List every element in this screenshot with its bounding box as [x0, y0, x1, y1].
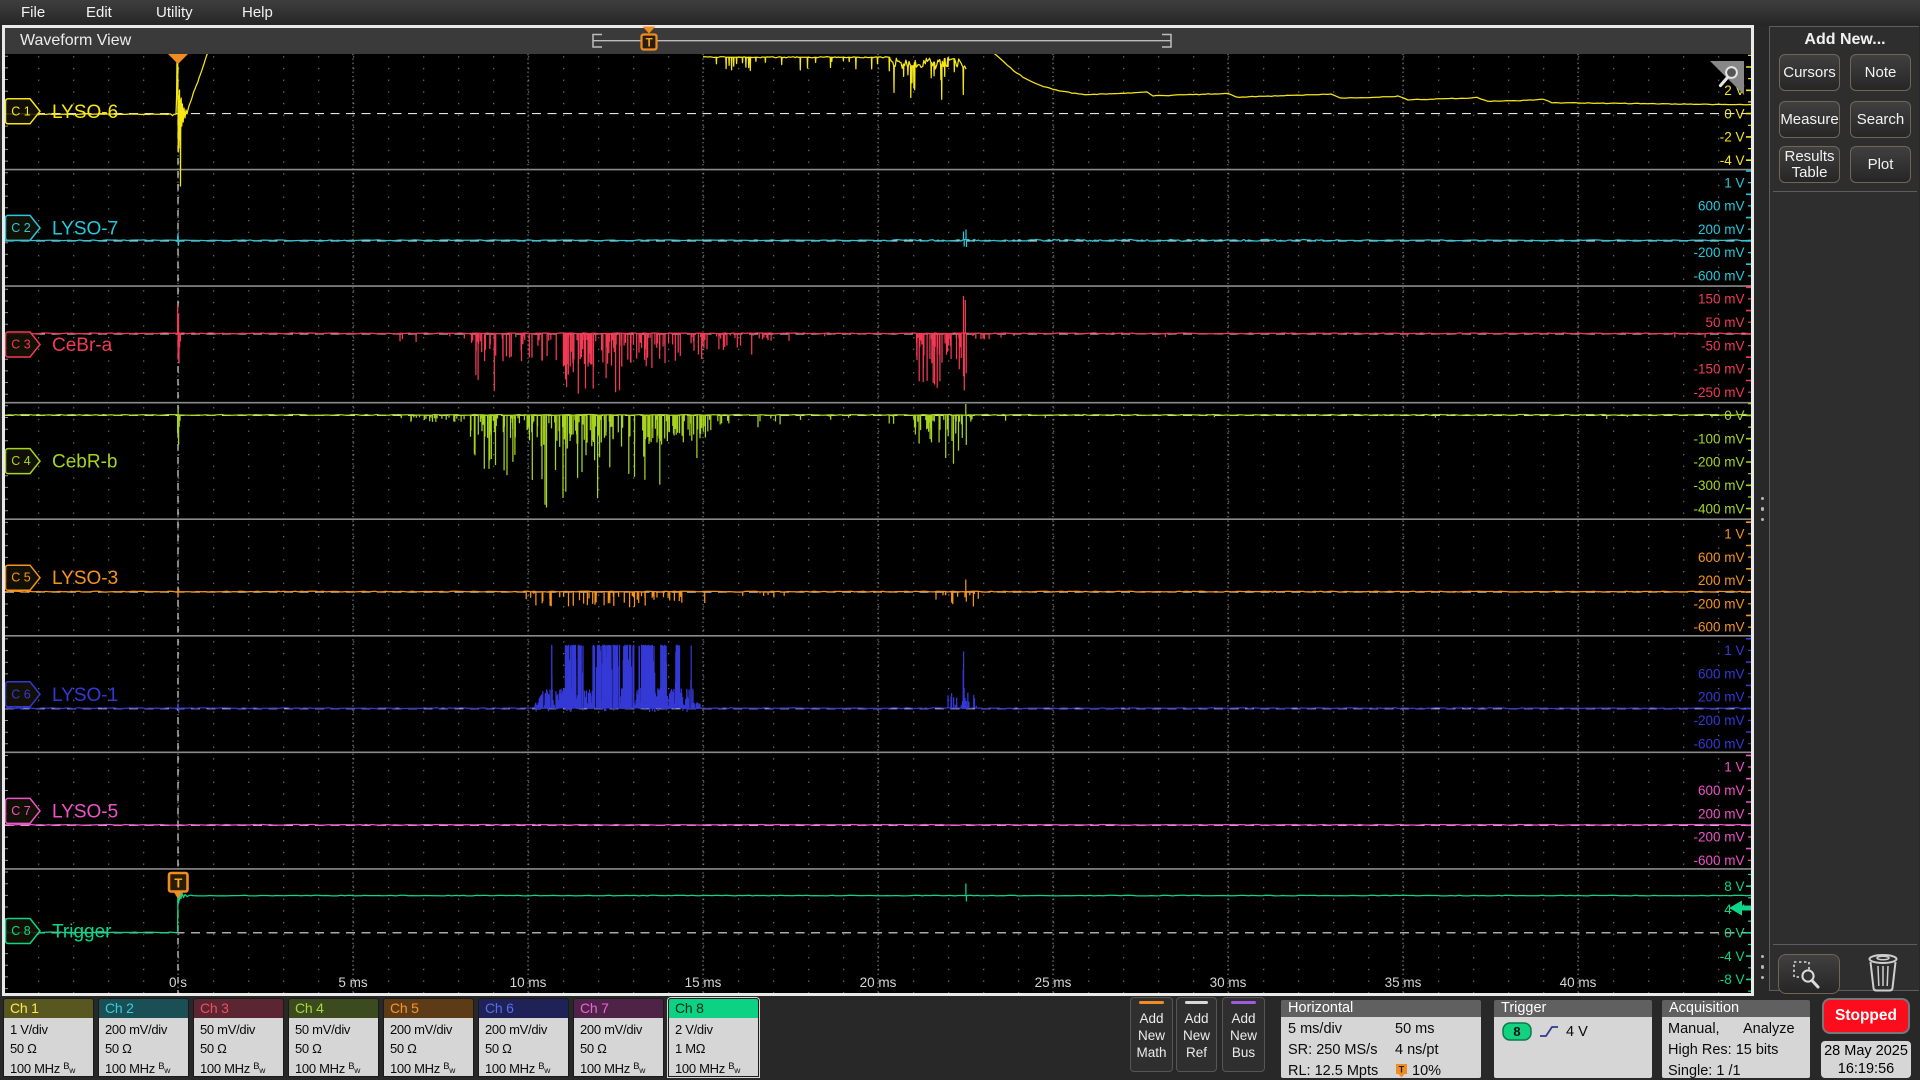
svg-text:-4 V: -4 V: [1720, 153, 1745, 168]
svg-text:-400 mV: -400 mV: [1693, 501, 1744, 516]
svg-text:-600 mV: -600 mV: [1693, 269, 1744, 284]
svg-text:LYSO-5: LYSO-5: [52, 801, 118, 822]
svg-text:20 ms: 20 ms: [860, 975, 897, 990]
svg-text:T: T: [646, 38, 653, 50]
svg-text:1 V: 1 V: [1724, 643, 1744, 658]
svg-text:600 mV: 600 mV: [1698, 550, 1745, 565]
svg-text:50 mV: 50 mV: [1705, 315, 1744, 330]
svg-text:C 4: C 4: [11, 454, 31, 468]
svg-text:-600 mV: -600 mV: [1693, 853, 1744, 868]
svg-text:200 mV: 200 mV: [1698, 222, 1745, 237]
svg-text:200 mV: 200 mV: [1698, 690, 1745, 705]
svg-text:-50 mV: -50 mV: [1701, 338, 1745, 353]
svg-text:C 8: C 8: [11, 924, 31, 938]
svg-text:600 mV: 600 mV: [1698, 783, 1745, 798]
svg-text:600 mV: 600 mV: [1698, 199, 1745, 214]
svg-text:0 V: 0 V: [1724, 106, 1744, 121]
svg-text:-600 mV: -600 mV: [1693, 736, 1744, 751]
svg-text:-2 V: -2 V: [1720, 130, 1745, 145]
svg-text:-200 mV: -200 mV: [1693, 830, 1744, 845]
svg-text:CeBr-a: CeBr-a: [52, 335, 113, 356]
svg-text:C 5: C 5: [11, 571, 31, 585]
svg-text:8 V: 8 V: [1724, 879, 1744, 894]
svg-text:LYSO-1: LYSO-1: [52, 685, 118, 706]
svg-text:Trigger: Trigger: [52, 922, 112, 943]
svg-text:T: T: [1399, 1065, 1405, 1075]
svg-text:-4 V: -4 V: [1720, 949, 1745, 964]
svg-text:1 V: 1 V: [1724, 175, 1744, 190]
svg-text:C 3: C 3: [11, 338, 31, 352]
svg-text:-150 mV: -150 mV: [1693, 362, 1744, 377]
svg-text:150 mV: 150 mV: [1698, 292, 1745, 307]
svg-text:200 mV: 200 mV: [1698, 806, 1745, 821]
svg-text:25 ms: 25 ms: [1035, 975, 1072, 990]
svg-text:10 ms: 10 ms: [510, 975, 547, 990]
svg-text:-300 mV: -300 mV: [1693, 478, 1744, 493]
svg-text:-200 mV: -200 mV: [1693, 596, 1744, 611]
svg-text:1 V: 1 V: [1724, 527, 1744, 542]
svg-text:C 7: C 7: [11, 804, 31, 818]
svg-text:-200 mV: -200 mV: [1693, 713, 1744, 728]
svg-text:LYSO-7: LYSO-7: [52, 218, 118, 239]
svg-text:15 ms: 15 ms: [685, 975, 722, 990]
svg-text:35 ms: 35 ms: [1385, 975, 1422, 990]
svg-text:LYSO-3: LYSO-3: [52, 568, 118, 589]
svg-text:1 V: 1 V: [1724, 760, 1744, 775]
svg-text:-600 mV: -600 mV: [1693, 620, 1744, 635]
svg-text:0 s: 0 s: [169, 975, 187, 990]
svg-text:C 2: C 2: [11, 221, 31, 235]
svg-text:0 V: 0 V: [1724, 408, 1744, 423]
svg-text:40 ms: 40 ms: [1560, 975, 1597, 990]
svg-text:8: 8: [1513, 1024, 1520, 1039]
svg-text:C 1: C 1: [11, 104, 31, 118]
svg-text:0 V: 0 V: [1724, 926, 1744, 941]
svg-text:-250 mV: -250 mV: [1693, 385, 1744, 400]
svg-text:-8 V: -8 V: [1720, 972, 1745, 987]
svg-text:LYSO-6: LYSO-6: [52, 102, 118, 123]
svg-text:5 ms: 5 ms: [338, 975, 368, 990]
svg-text:-100 mV: -100 mV: [1693, 431, 1744, 446]
svg-text:200 mV: 200 mV: [1698, 573, 1745, 588]
svg-text:30 ms: 30 ms: [1210, 975, 1247, 990]
svg-text:T: T: [174, 876, 182, 891]
svg-text:-200 mV: -200 mV: [1693, 455, 1744, 470]
svg-text:CebR-b: CebR-b: [52, 452, 117, 473]
svg-text:C 6: C 6: [11, 687, 31, 701]
svg-text:600 mV: 600 mV: [1698, 666, 1745, 681]
svg-text:-200 mV: -200 mV: [1693, 245, 1744, 260]
